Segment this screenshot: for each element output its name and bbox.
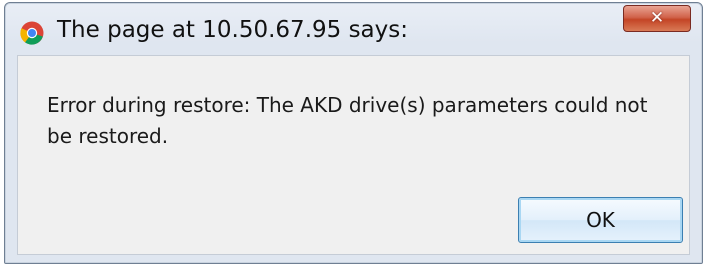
alert-dialog: The page at 10.50.67.95 says: ✕ Error du…	[4, 2, 703, 264]
ok-button[interactable]: OK	[518, 197, 683, 243]
dialog-titlebar[interactable]: The page at 10.50.67.95 says: ✕	[5, 3, 702, 55]
chrome-logo-icon	[20, 21, 44, 45]
dialog-title: The page at 10.50.67.95 says:	[57, 17, 408, 43]
ok-button-label: OK	[586, 208, 615, 232]
dialog-content: Error during restore: The AKD drive(s) p…	[17, 55, 690, 255]
close-icon: ✕	[649, 8, 665, 28]
close-button[interactable]: ✕	[623, 5, 691, 32]
error-message: Error during restore: The AKD drive(s) p…	[47, 93, 648, 148]
